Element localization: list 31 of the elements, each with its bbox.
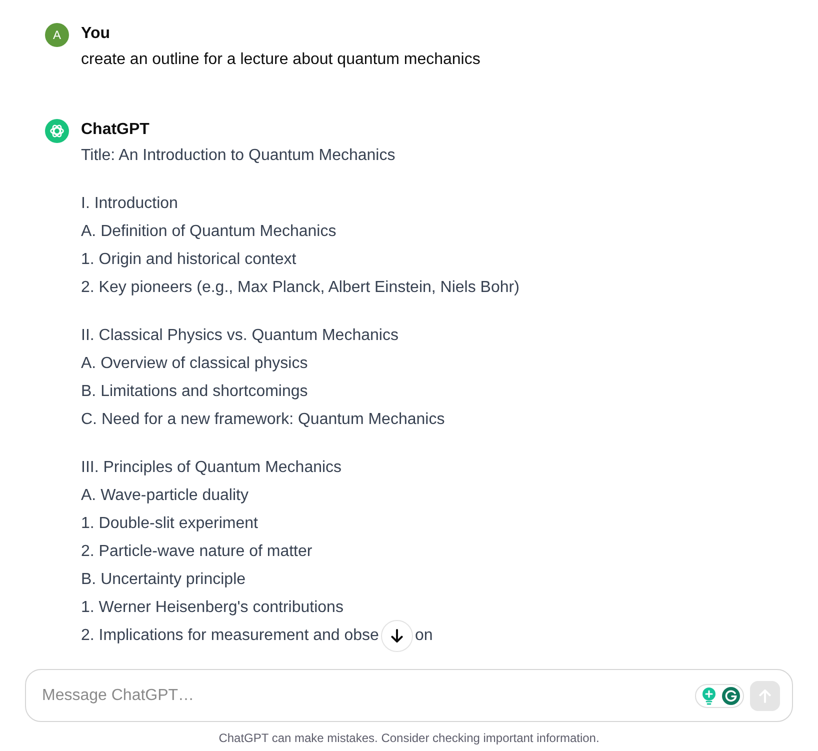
message-line: 1. Werner Heisenberg's contributions: [81, 598, 344, 618]
disclaimer-text: ChatGPT can make mistakes. Consider checking important information.: [218, 730, 600, 746]
message-line-fragment: on: [414, 626, 433, 646]
message-line: 1. Origin and historical context: [81, 250, 296, 270]
user-avatar: A: [45, 23, 69, 47]
message-line: I. Introduction: [81, 194, 178, 214]
message-line: A. Wave-particle duality: [81, 486, 248, 506]
bulb-icon: [702, 686, 716, 704]
message-line: 2. Particle-wave nature of matter: [81, 542, 312, 562]
message-line: B. Uncertainty principle: [81, 570, 246, 590]
message-line: C. Need for a new framework: Quantum Mechanics: [81, 410, 445, 430]
author-name: ChatGPT: [81, 120, 150, 140]
message-line: Title: An Introduction to Quantum Mechanics: [81, 146, 396, 166]
message-line: create an outline for a lecture about quantum mechanics: [81, 50, 480, 70]
message-line: 2. Key pioneers (e.g., Max Planck, Albert Einstein, Niels Bohr): [81, 278, 520, 298]
message-line: II. Classical Physics vs. Quantum Mechanics: [81, 326, 398, 346]
scroll-down-button[interactable]: [380, 620, 413, 652]
letter-g-icon: [722, 686, 740, 704]
message-line: 1. Double-slit experiment: [81, 514, 258, 534]
message-line: B. Limitations and shortcomings: [81, 382, 308, 402]
message-composer[interactable]: Message ChatGPT…: [25, 669, 793, 722]
author-name: You: [81, 24, 110, 44]
message-input-field[interactable]: Message ChatGPT…: [42, 682, 687, 710]
extension-badge[interactable]: [695, 684, 744, 708]
message-line: III. Principles of Quantum Mechanics: [81, 458, 342, 478]
arrow-up-icon: [757, 688, 773, 704]
message-line-fragment: 2. Implications for measurement and obse: [81, 626, 379, 646]
message-line: A. Overview of classical physics: [81, 354, 308, 374]
message-line: A. Definition of Quantum Mechanics: [81, 222, 336, 242]
assistant-avatar-icon: [45, 119, 69, 143]
arrow-down-icon: [388, 628, 405, 644]
